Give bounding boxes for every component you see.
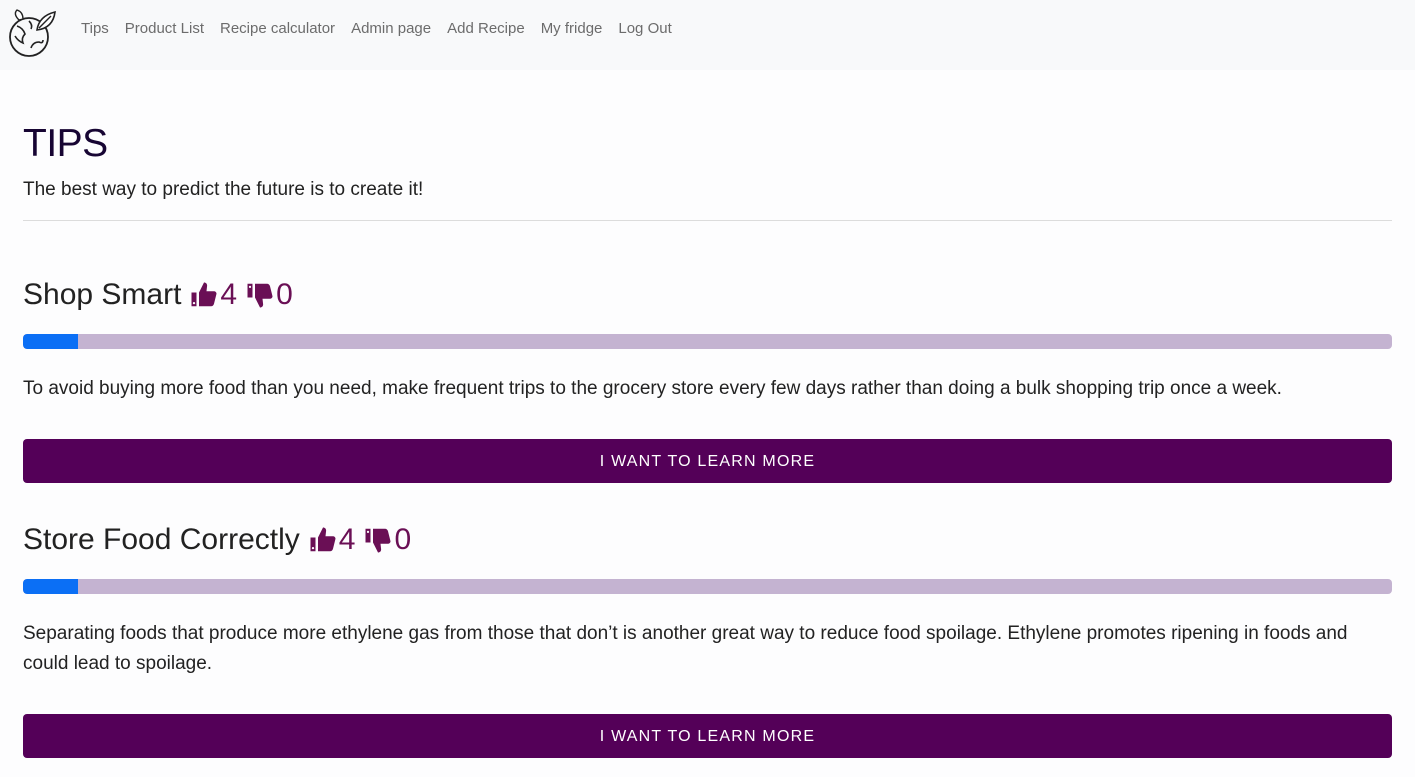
page-subtitle: The best way to predict the future is to…	[23, 179, 424, 200]
nav-link-admin-page[interactable]: Admin page	[351, 19, 431, 39]
vote-progress-bar	[23, 334, 1392, 349]
vote-progress-fill	[23, 334, 78, 349]
tip-text: To avoid buying more food than you need,…	[23, 378, 1282, 399]
dislike-count: 0	[276, 278, 293, 311]
dislike-count: 0	[394, 523, 412, 556]
nav-links: Tips Product List Recipe calculator Admi…	[81, 19, 688, 39]
learn-more-button[interactable]: I WANT TO LEARN MORE	[23, 714, 1392, 758]
page-title: TIPS	[23, 122, 108, 165]
nav-link-add-recipe[interactable]: Add Recipe	[447, 19, 525, 39]
thumbs-up-icon	[191, 282, 217, 307]
nav-link-product-list[interactable]: Product List	[125, 19, 204, 39]
globe-leaf-logo-icon[interactable]	[7, 8, 57, 58]
dislike-button[interactable]: 0	[245, 277, 293, 313]
tip-text: Separating foods that produce more ethyl…	[23, 623, 1348, 674]
navbar: Tips Product List Recipe calculator Admi…	[0, 0, 1415, 70]
thumbs-up-icon	[310, 527, 336, 552]
thumbs-down-icon	[247, 283, 273, 308]
like-button[interactable]: 4	[189, 277, 238, 313]
like-count: 4	[338, 523, 356, 556]
nav-link-my-fridge[interactable]: My fridge	[541, 19, 603, 39]
tip-heading: Store Food Correctly 4 0	[23, 522, 419, 558]
tip-heading: Shop Smart 4 0	[23, 277, 301, 313]
like-button[interactable]: 4	[307, 522, 356, 558]
vote-progress-fill	[23, 579, 78, 594]
divider	[23, 220, 1392, 221]
nav-link-tips[interactable]: Tips	[81, 19, 109, 39]
learn-more-button[interactable]: I WANT TO LEARN MORE	[23, 439, 1392, 483]
tip-title: Shop Smart	[23, 278, 182, 311]
thumbs-down-icon	[365, 528, 391, 553]
dislike-button[interactable]: 0	[363, 522, 412, 558]
like-count: 4	[220, 278, 238, 311]
nav-link-log-out[interactable]: Log Out	[618, 19, 671, 39]
tip-title: Store Food Correctly	[23, 523, 300, 556]
nav-link-recipe-calculator[interactable]: Recipe calculator	[220, 19, 335, 39]
vote-progress-bar	[23, 579, 1392, 594]
